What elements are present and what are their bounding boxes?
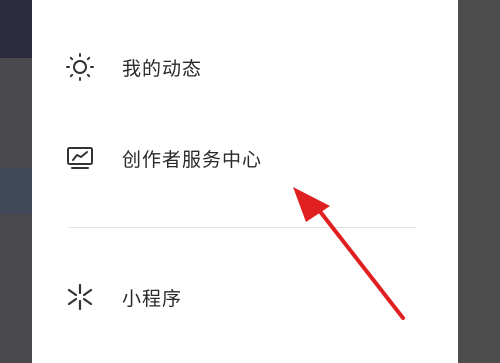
annotation-arrow	[293, 187, 405, 320]
